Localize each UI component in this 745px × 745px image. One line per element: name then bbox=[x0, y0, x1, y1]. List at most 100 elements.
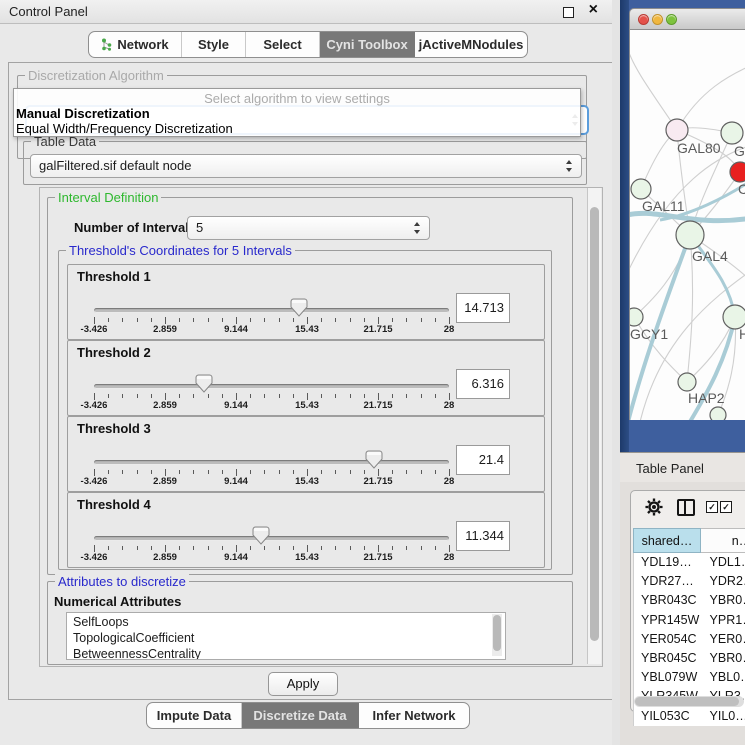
node-table-panel: ✓ ✓ shared… n… YDL19…YDL1…YDR27…YDR2…YBR… bbox=[630, 490, 745, 712]
network-node[interactable] bbox=[666, 119, 688, 141]
slider-track[interactable] bbox=[94, 308, 449, 313]
checkbox-icon[interactable]: ✓ bbox=[706, 501, 718, 513]
cyni-mode-tabbar: Impute Data Discretize Data Infer Networ… bbox=[146, 702, 470, 729]
table-cell[interactable]: YER054C bbox=[634, 630, 702, 649]
network-node[interactable] bbox=[676, 221, 704, 249]
slider-tick bbox=[307, 545, 308, 552]
network-node[interactable] bbox=[730, 162, 745, 182]
slider-thumb[interactable] bbox=[195, 374, 213, 393]
axis-tick-label: 9.144 bbox=[212, 324, 260, 335]
slider-track[interactable] bbox=[94, 536, 449, 541]
minimize-traffic-light-icon[interactable] bbox=[652, 14, 663, 25]
tab-impute-data[interactable]: Impute Data bbox=[147, 703, 242, 728]
threshold-value-field[interactable]: 21.4 bbox=[456, 445, 510, 475]
float-window-icon[interactable] bbox=[563, 7, 574, 18]
close-icon[interactable]: × bbox=[589, 1, 598, 19]
close-traffic-light-icon[interactable] bbox=[638, 14, 649, 25]
network-window-titlebar[interactable] bbox=[629, 8, 745, 30]
axis-tick-label: 28 bbox=[425, 476, 473, 487]
table-cell[interactable]: YBL0… bbox=[702, 668, 745, 687]
table-row[interactable]: YBL079WYBL0… bbox=[634, 668, 745, 687]
tab-select[interactable]: Select bbox=[246, 32, 320, 57]
table-cell[interactable]: YDL19… bbox=[634, 553, 702, 572]
slider-tick bbox=[165, 317, 166, 324]
threshold-value-field[interactable]: 11.344 bbox=[456, 521, 510, 551]
network-view-window: GAL80GCGAL11GAL4GCY1HHAP2 bbox=[629, 8, 745, 420]
threshold-panel: Threshold 4 -3.4262.8599.14415.4321.7152… bbox=[67, 492, 545, 568]
table-row[interactable]: YPR145WYPR1… bbox=[634, 611, 745, 630]
table-cell[interactable]: YBR0… bbox=[702, 649, 745, 668]
dropdown-option-equal-width-frequency[interactable]: Equal Width/Frequency Discretization bbox=[16, 121, 233, 136]
numerical-attributes-list[interactable]: SelfLoopsTopologicalCoefficientBetweenne… bbox=[66, 612, 506, 660]
slider-thumb[interactable] bbox=[252, 526, 270, 545]
table-row[interactable]: YBR045CYBR0… bbox=[634, 649, 745, 668]
table-cell[interactable]: YIL0… bbox=[702, 707, 745, 726]
table-cell[interactable]: YBR045C bbox=[634, 649, 702, 668]
combo-value: galFiltered.sif default node bbox=[39, 158, 191, 173]
table-cell[interactable]: YPR145W bbox=[634, 611, 702, 630]
table-cell[interactable]: YBR043C bbox=[634, 591, 702, 610]
slider-thumb[interactable] bbox=[290, 298, 308, 317]
network-node[interactable] bbox=[631, 179, 651, 199]
table-row[interactable]: YDR27…YDR2… bbox=[634, 572, 745, 591]
axis-tick-label: 21.715 bbox=[354, 400, 402, 411]
checkbox-icon[interactable]: ✓ bbox=[720, 501, 732, 513]
threshold-value-field[interactable]: 6.316 bbox=[456, 369, 510, 399]
tab-discretize-data[interactable]: Discretize Data bbox=[242, 703, 359, 728]
slider-tick bbox=[208, 546, 209, 550]
tab-cyni-toolbox[interactable]: Cyni Toolbox bbox=[320, 32, 415, 57]
dropdown-option-manual-discretization[interactable]: Manual Discretization bbox=[16, 106, 150, 121]
list-item[interactable]: TopologicalCoefficient bbox=[67, 629, 505, 645]
table-cell[interactable]: YDR2… bbox=[702, 572, 745, 591]
table-cell[interactable]: YBL079W bbox=[634, 668, 702, 687]
vertical-scrollbar[interactable] bbox=[587, 188, 601, 664]
tab-network[interactable]: Network bbox=[89, 32, 182, 57]
slider-track[interactable] bbox=[94, 460, 449, 465]
table-cell[interactable]: YBR0… bbox=[702, 591, 745, 610]
tab-jactivemnodules[interactable]: jActiveMNodules bbox=[415, 32, 527, 57]
table-cell[interactable]: YDL1… bbox=[702, 553, 745, 572]
table-cell[interactable]: YIL053C bbox=[634, 707, 702, 726]
slider-tick bbox=[378, 317, 379, 324]
table-data-combobox[interactable]: galFiltered.sif default node bbox=[30, 154, 582, 178]
table-row[interactable]: YIL053CYIL0… bbox=[634, 707, 745, 726]
scrollbar-thumb[interactable] bbox=[493, 615, 501, 651]
column-header-name[interactable]: n… bbox=[701, 528, 745, 553]
scrollbar-thumb[interactable] bbox=[590, 207, 599, 641]
panel-splitter[interactable] bbox=[612, 0, 620, 745]
network-edge[interactable] bbox=[634, 235, 690, 317]
network-node[interactable] bbox=[630, 308, 643, 326]
scrollbar-thumb[interactable] bbox=[635, 697, 739, 706]
zoom-traffic-light-icon[interactable] bbox=[666, 14, 677, 25]
table-row[interactable]: YBR043CYBR0… bbox=[634, 591, 745, 610]
threshold-label: Threshold 3 bbox=[77, 421, 151, 436]
slider-tick bbox=[293, 318, 294, 322]
column-layout-icon[interactable] bbox=[677, 499, 695, 516]
network-edge[interactable] bbox=[677, 65, 745, 130]
axis-tick-label: -3.426 bbox=[70, 324, 118, 335]
table-cell[interactable]: YPR1… bbox=[702, 611, 745, 630]
list-item[interactable]: SelfLoops bbox=[67, 613, 505, 629]
network-node[interactable] bbox=[678, 373, 696, 391]
slider-tick bbox=[350, 470, 351, 474]
column-header-shared-name[interactable]: shared… bbox=[633, 528, 701, 553]
slider-track[interactable] bbox=[94, 384, 449, 389]
slider-thumb[interactable] bbox=[365, 450, 383, 469]
list-scrollbar[interactable] bbox=[492, 614, 502, 656]
network-edge[interactable] bbox=[630, 50, 677, 130]
threshold-value-field[interactable]: 14.713 bbox=[456, 293, 510, 323]
network-node[interactable] bbox=[721, 122, 743, 144]
tab-infer-network[interactable]: Infer Network bbox=[359, 703, 469, 728]
tab-style[interactable]: Style bbox=[182, 32, 246, 57]
table-cell[interactable]: YER0… bbox=[702, 630, 745, 649]
network-canvas[interactable]: GAL80GCGAL11GAL4GCY1HHAP2 bbox=[629, 30, 745, 420]
horizontal-scrollbar[interactable] bbox=[634, 696, 744, 707]
number-of-intervals-combobox[interactable]: 5 bbox=[187, 216, 430, 240]
table-row[interactable]: YDL19…YDL1… bbox=[634, 553, 745, 572]
table-cell[interactable]: YDR27… bbox=[634, 572, 702, 591]
gear-icon[interactable] bbox=[645, 498, 663, 516]
table-row[interactable]: YER054CYER0… bbox=[634, 630, 745, 649]
list-item[interactable]: BetweennessCentrality bbox=[67, 645, 505, 660]
network-node[interactable] bbox=[710, 407, 726, 420]
apply-button[interactable]: Apply bbox=[268, 672, 338, 696]
